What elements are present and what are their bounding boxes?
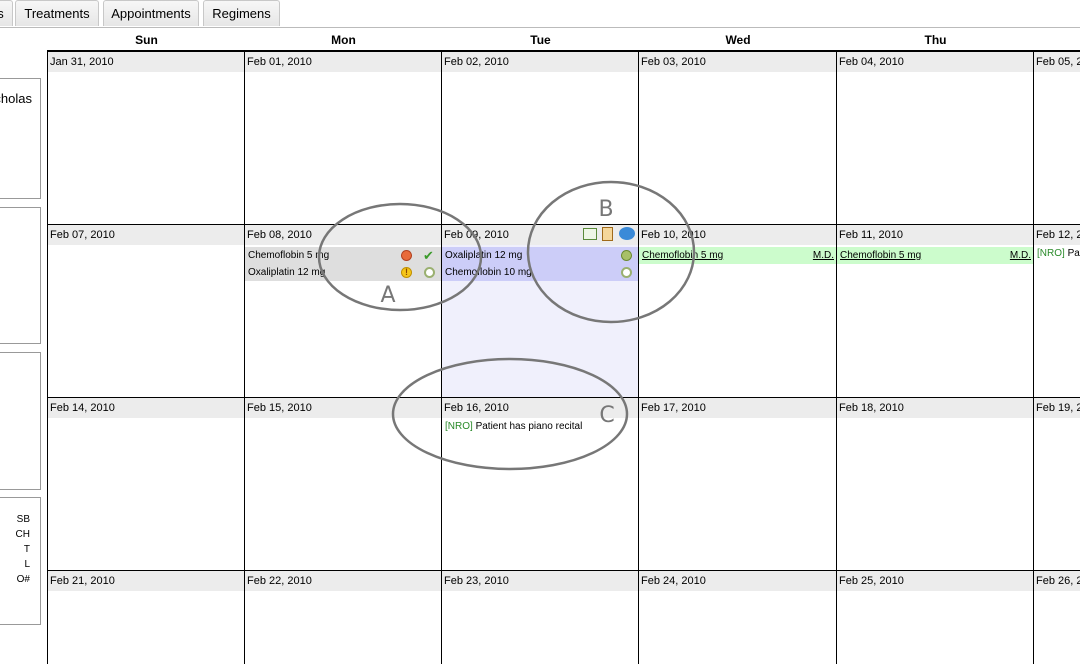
day-cell[interactable]: Feb 19, 2010: [1033, 397, 1080, 571]
clipboard-icon[interactable]: [602, 227, 613, 241]
day-date: Feb 22, 2010: [245, 571, 442, 591]
day-cell[interactable]: Feb 23, 2010: [441, 570, 639, 664]
stop-icon[interactable]: [401, 250, 412, 261]
event-oxaliplatin[interactable]: Oxaliplatin 12 mg: [442, 247, 639, 264]
day-cell[interactable]: Feb 21, 2010: [47, 570, 245, 664]
nro-tag: [NRO]: [445, 421, 473, 432]
day-cell[interactable]: Feb 01, 2010: [244, 51, 442, 225]
day-date: Jan 31, 2010: [48, 52, 245, 72]
day-cell[interactable]: Feb 15, 2010: [244, 397, 442, 571]
day-date: Feb 14, 2010: [48, 398, 245, 418]
md-link[interactable]: M.D.: [813, 247, 834, 264]
side-panel-2: [0, 207, 41, 344]
check-icon[interactable]: ✔: [423, 249, 434, 262]
day-header-sun: Sun: [135, 33, 158, 47]
day-date: Feb 21, 2010: [48, 571, 245, 591]
day-header-mon: Mon: [331, 33, 356, 47]
clock-icon[interactable]: [424, 267, 435, 278]
note-text: Pat: [1067, 248, 1080, 259]
tab-regimens[interactable]: Regimens: [203, 0, 280, 26]
event-link[interactable]: Chemoflobin 5 mg: [642, 250, 723, 261]
event-oxaliplatin[interactable]: Oxaliplatin 12 mg !: [245, 264, 441, 281]
day-cell[interactable]: Feb 12, 2010 [NRO] Pat: [1033, 224, 1080, 398]
day-cell[interactable]: Feb 17, 2010: [638, 397, 837, 571]
day-date: Feb 19, 2010: [1034, 398, 1080, 418]
legend-item: L: [24, 559, 30, 570]
day-cell[interactable]: Feb 22, 2010: [244, 570, 442, 664]
day-date: Feb 07, 2010: [48, 225, 245, 245]
day-date: Feb 25, 2010: [837, 571, 1034, 591]
day-cell-selected[interactable]: Feb 09, 2010 Oxaliplatin 12 mg Chemoflob…: [441, 224, 639, 398]
patient-name: cholas: [0, 91, 32, 106]
day-date: Feb 17, 2010: [639, 398, 837, 418]
day-date: Feb 16, 2010: [442, 398, 639, 418]
warning-icon[interactable]: !: [401, 267, 412, 278]
day-header-tue: Tue: [530, 33, 551, 47]
note-text: Patient has piano recital: [475, 421, 583, 432]
export-icon[interactable]: [583, 228, 597, 240]
day-cell[interactable]: Feb 02, 2010: [441, 51, 639, 225]
legend-item: SB: [16, 514, 30, 525]
day-header-thu: Thu: [924, 33, 947, 47]
day-cell[interactable]: Feb 04, 2010: [836, 51, 1034, 225]
day-header-wed: Wed: [725, 33, 751, 47]
nro-tag: [NRO]: [1037, 248, 1065, 259]
day-cell[interactable]: Feb 18, 2010: [836, 397, 1034, 571]
tab-partial[interactable]: s: [0, 0, 13, 26]
day-cell[interactable]: Feb 26, 2010: [1033, 570, 1080, 664]
day-cell[interactable]: Feb 16, 2010 [NRO] Patient has piano rec…: [441, 397, 639, 571]
day-cell[interactable]: Jan 31, 2010: [47, 51, 245, 225]
event-chemoflobin[interactable]: Chemoflobin 5 mg M.D.: [639, 247, 837, 264]
day-cell[interactable]: Feb 10, 2010 Chemoflobin 5 mg M.D.: [638, 224, 837, 398]
event-note[interactable]: [NRO] Patient has piano recital: [442, 418, 638, 435]
day-date: Feb 08, 2010: [245, 225, 442, 245]
day-cell[interactable]: Feb 03, 2010: [638, 51, 837, 225]
event-note[interactable]: [NRO] Pat: [1034, 245, 1080, 262]
day-date: Feb 23, 2010: [442, 571, 639, 591]
day-date: Feb 05, 2010: [1034, 52, 1080, 72]
tab-bar: s Treatments Appointments Regimens: [0, 0, 1080, 28]
tab-treatments[interactable]: Treatments: [15, 0, 99, 26]
event-label: Oxaliplatin 12 mg: [248, 267, 326, 278]
legend-item: T: [23, 544, 30, 555]
comment-icon[interactable]: [619, 227, 635, 240]
day-date: Feb 26, 2010: [1034, 571, 1080, 591]
legend-list: SB CH T L O#: [16, 512, 30, 587]
day-date: Feb 24, 2010: [639, 571, 837, 591]
event-label: Chemoflobin 10 mg: [445, 267, 532, 278]
patient-panel: cholas: [0, 78, 41, 199]
day-cell[interactable]: Feb 07, 2010: [47, 224, 245, 398]
event-chemoflobin[interactable]: Chemoflobin 10 mg: [442, 264, 639, 281]
event-label: Chemoflobin 5 mg: [248, 250, 330, 261]
day-date: Feb 10, 2010: [639, 225, 837, 245]
legend-panel: SB CH T L O#: [0, 497, 41, 625]
event-label: Oxaliplatin 12 mg: [445, 250, 523, 261]
day-cell[interactable]: Feb 08, 2010 Chemoflobin 5 mg ✔ Oxalipla…: [244, 224, 442, 398]
event-chemoflobin[interactable]: Chemoflobin 5 mg ✔: [245, 247, 441, 264]
day-cell[interactable]: Feb 11, 2010 Chemoflobin 5 mg M.D.: [836, 224, 1034, 398]
day-cell[interactable]: Feb 25, 2010: [836, 570, 1034, 664]
side-panel-3: [0, 352, 41, 490]
day-date: Feb 02, 2010: [442, 52, 639, 72]
day-date: Feb 11, 2010: [837, 225, 1034, 245]
event-link[interactable]: Chemoflobin 5 mg: [840, 250, 921, 261]
day-cell[interactable]: Feb 24, 2010: [638, 570, 837, 664]
clock-icon[interactable]: [621, 267, 632, 278]
tab-appointments[interactable]: Appointments: [103, 0, 199, 26]
day-cell[interactable]: Feb 14, 2010: [47, 397, 245, 571]
event-chemoflobin[interactable]: Chemoflobin 5 mg M.D.: [837, 247, 1034, 264]
day-date: Feb 15, 2010: [245, 398, 442, 418]
md-link[interactable]: M.D.: [1010, 247, 1031, 264]
day-date: Feb 18, 2010: [837, 398, 1034, 418]
legend-item: O#: [16, 574, 30, 585]
day-date: Feb 12, 2010: [1034, 225, 1080, 245]
day-date: Feb 04, 2010: [837, 52, 1034, 72]
legend-item: CH: [15, 529, 30, 540]
day-date: Feb 01, 2010: [245, 52, 442, 72]
gear-icon[interactable]: [621, 250, 632, 261]
day-cell[interactable]: Feb 05, 2010: [1033, 51, 1080, 225]
day-date: Feb 03, 2010: [639, 52, 837, 72]
